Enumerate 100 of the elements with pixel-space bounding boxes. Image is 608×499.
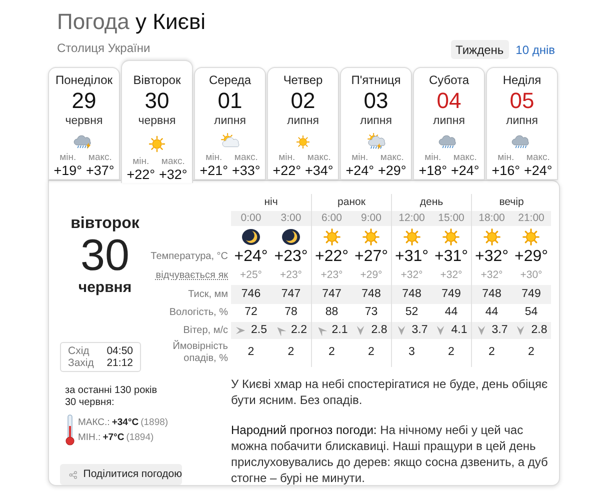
- precipitation-value: 2: [528, 345, 534, 360]
- month-heading: червня: [78, 278, 132, 298]
- city-name: у Києві: [136, 9, 206, 34]
- precipitation-value: 2: [288, 345, 294, 360]
- wind-speed-value: 2.8: [371, 322, 388, 338]
- humidity-value: 73: [364, 305, 378, 320]
- temperature-value: +32°: [474, 247, 509, 267]
- humidity-value: 44: [485, 305, 498, 320]
- wind-speed-value: 2.1: [332, 322, 348, 338]
- day-tab[interactable]: Понеділок 29 червня мін. +19° макс. +37°: [48, 67, 120, 180]
- record-label: МІН.:: [78, 432, 101, 444]
- time-label: 21:00: [518, 210, 544, 226]
- temp-value: +19°: [54, 163, 82, 179]
- month-label: червня: [65, 114, 103, 128]
- temperature-value: +22°: [314, 247, 349, 267]
- month-label: липня: [360, 114, 392, 128]
- month-label: червня: [138, 114, 176, 128]
- record-year: (1898): [140, 416, 168, 428]
- temp-value: +16°: [492, 163, 520, 179]
- temp-label: мін.: [60, 152, 76, 163]
- temp-value: +22°: [126, 167, 155, 183]
- temp-value: +21°: [200, 163, 228, 179]
- precipitation-value: 3: [408, 345, 415, 360]
- record-label: МАКС.:: [78, 416, 110, 428]
- title-text: Погода: [57, 9, 130, 34]
- temperature-value: +27°: [354, 247, 388, 267]
- temp-value: +18°: [418, 163, 447, 179]
- date-number: 03: [364, 88, 388, 114]
- wind-speed-value: 4.1: [451, 322, 468, 338]
- temperature-value: +31°: [434, 247, 468, 267]
- weekday-heading: вівторок: [70, 214, 140, 234]
- date-number: 30: [144, 88, 170, 114]
- feels-like-value: +23°: [280, 268, 302, 283]
- temp-value: +29°: [378, 163, 406, 179]
- row-label: Ймовірність опадів, %: [172, 341, 228, 365]
- time-label: 18:00: [478, 210, 505, 226]
- pressure-value: 748: [402, 286, 422, 302]
- record-value: +34°C: [112, 416, 139, 428]
- day-tab[interactable]: Четвер 02 липня мін. +22° макс. +34°: [267, 67, 339, 180]
- humidity-value: 44: [444, 305, 458, 320]
- sun-icon: [441, 227, 462, 247]
- time-label: 3:00: [280, 210, 302, 226]
- humidity-value: 88: [325, 305, 338, 320]
- sun-time-value: 21:12: [106, 357, 133, 369]
- forecast-description: У Києві хмар на небі спостерігатися не буде, день обіцяє бути ясним. Без опадів.: [231, 376, 549, 408]
- month-label: липня: [433, 114, 465, 128]
- date-number: 05: [510, 88, 534, 114]
- sun-icon: [402, 227, 422, 247]
- temp-label: мін.: [206, 152, 222, 163]
- temp-value: +24°: [524, 163, 552, 179]
- month-label: липня: [214, 114, 246, 128]
- pressure-value: 749: [442, 286, 461, 302]
- date-number: 30: [80, 234, 130, 278]
- temp-value: +22°: [272, 163, 301, 179]
- record-year: (1894): [126, 432, 154, 444]
- feels-like-value: +32°: [440, 268, 462, 283]
- period-label: день: [420, 194, 444, 210]
- precipitation-value: 2: [248, 345, 254, 360]
- humidity-value: 54: [524, 305, 538, 320]
- sun-icon: [361, 227, 382, 247]
- time-label: 15:00: [438, 210, 464, 226]
- row-label: Вологість, %: [169, 307, 228, 319]
- feels-like-value: +25°: [240, 268, 262, 283]
- wind-speed-value: 2.2: [291, 322, 307, 338]
- day-tab[interactable]: Середа 01 липня мін. +21° макс. +33°: [194, 67, 266, 180]
- time-label: 0:00: [240, 210, 262, 226]
- temp-value: +37°: [86, 163, 114, 179]
- pressure-value: 749: [522, 286, 541, 302]
- period-label: ранок: [338, 194, 366, 210]
- row-label: Температура, °C: [150, 251, 228, 263]
- temp-label: мін.: [498, 152, 514, 163]
- temp-label: макс.: [380, 152, 404, 163]
- time-label: 12:00: [398, 210, 425, 226]
- temp-value: +33°: [232, 163, 260, 179]
- view-tab[interactable]: Тиждень: [450, 40, 509, 59]
- weekday-label: П'ятниця: [351, 73, 401, 88]
- weekday-label: Четвер: [283, 73, 323, 88]
- precipitation-value: 2: [448, 345, 454, 360]
- feels-like-value: +30°: [520, 268, 542, 283]
- day-tab[interactable]: Вівторок 30 червня мін. +22° макс. +32°: [121, 60, 193, 183]
- date-number: 04: [436, 88, 462, 114]
- month-label: липня: [506, 114, 538, 128]
- day-tab[interactable]: Субота 04 липня мін. +18° макс. +24°: [413, 67, 485, 180]
- temp-label: мін.: [278, 152, 296, 163]
- sun-icon: [322, 227, 342, 247]
- temp-label: макс.: [526, 152, 550, 163]
- pressure-value: 748: [482, 286, 502, 302]
- pressure-value: 748: [362, 286, 381, 302]
- weekday-label: Понеділок: [55, 73, 113, 88]
- temp-label: мін.: [424, 152, 442, 163]
- share-button[interactable]: Поділитися погодою: [60, 464, 182, 485]
- day-tab[interactable]: П'ятниця 03 липня мін. +24° макс. +29°: [340, 67, 412, 180]
- wind-speed-value: 3.7: [492, 322, 508, 338]
- day-tab[interactable]: Неділя 05 липня мін. +16° макс. +24°: [486, 67, 558, 180]
- view-tab[interactable]: 10 днів: [514, 40, 556, 59]
- subtitle: Столиця України: [57, 40, 152, 57]
- period-label: ніч: [264, 194, 278, 210]
- wind-speed-value: 2.8: [531, 322, 548, 338]
- row-label: Вітер, м/с: [183, 324, 228, 336]
- feels-like-value: +23°: [320, 268, 343, 283]
